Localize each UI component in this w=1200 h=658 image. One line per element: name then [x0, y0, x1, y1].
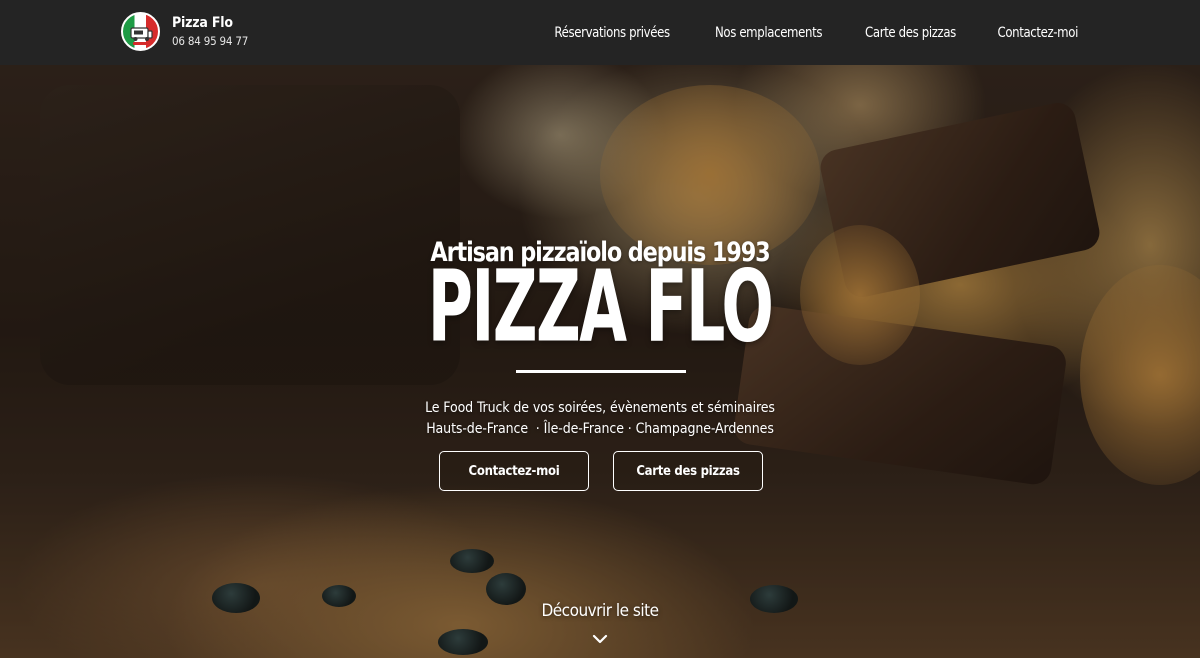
chevron-down-icon[interactable] [592, 634, 608, 644]
nav-private-bookings[interactable]: Réservations privées [555, 25, 671, 41]
pizza-menu-button[interactable]: Carte des pizzas [613, 451, 763, 491]
food-truck-logo-icon[interactable] [121, 12, 160, 51]
hero-subtitle-services: Le Food Truck de vos soirées, évènements… [425, 400, 775, 416]
nav-contact[interactable]: Contactez-moi [997, 25, 1078, 41]
hero-title: PIZZA FLO [427, 248, 774, 365]
nav-pizza-menu[interactable]: Carte des pizzas [865, 25, 956, 41]
discover-site-link[interactable]: Découvrir le site [0, 601, 1200, 621]
contact-button[interactable]: Contactez-moi [439, 451, 589, 491]
main-nav: Réservations privées Nos emplacements Ca… [548, 0, 1082, 65]
title-divider [516, 370, 686, 373]
brand-name[interactable]: Pizza Flo [172, 16, 248, 30]
site-header: Pizza Flo 06 84 95 94 77 Réservations pr… [0, 0, 1200, 65]
hero-content: Artisan pizzaïolo depuis 1993 PIZZA FLO … [0, 65, 1200, 658]
nav-locations[interactable]: Nos emplacements [714, 25, 821, 41]
hero-subtitle-regions: Hauts-de-France · Île-de-France · Champa… [426, 421, 774, 437]
brand[interactable]: Pizza Flo 06 84 95 94 77 [121, 12, 248, 51]
phone-number[interactable]: 06 84 95 94 77 [172, 36, 248, 48]
